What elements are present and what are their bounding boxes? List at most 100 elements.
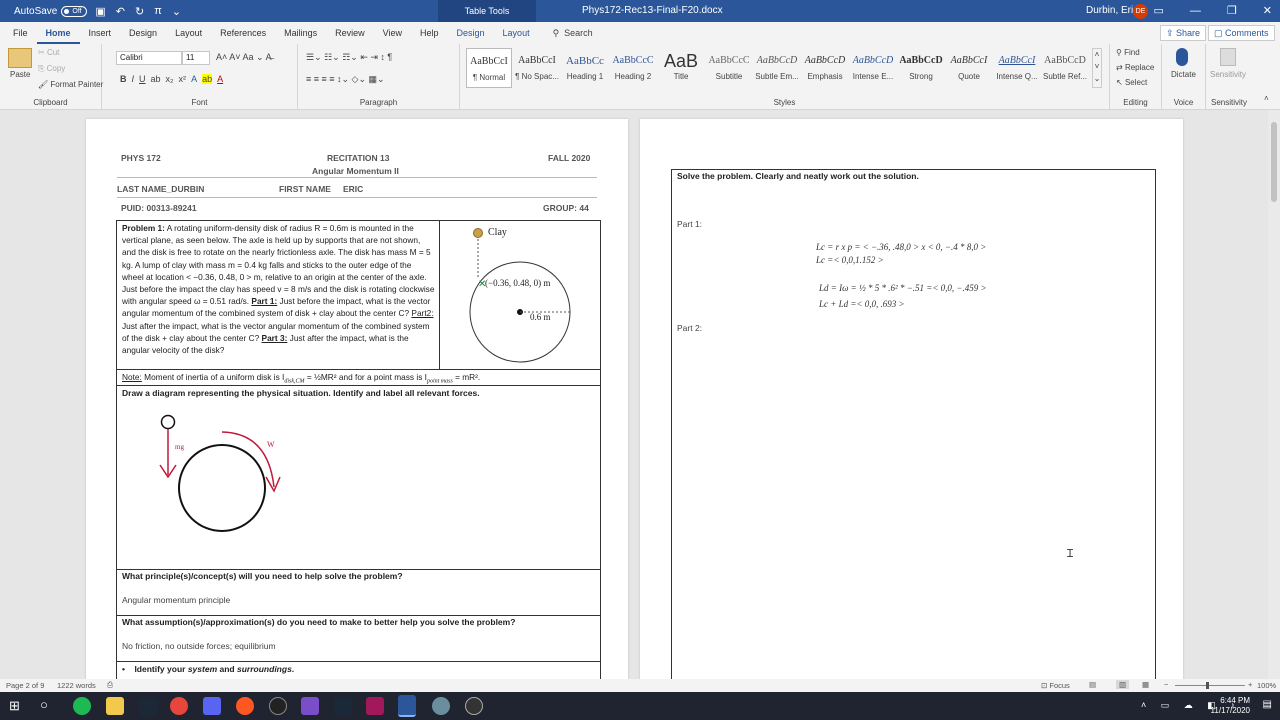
tab-layout[interactable]: Layout [166, 28, 211, 38]
list-buttons[interactable]: ☰⌄ ☷⌄ ☶⌄ ⇤ ⇥ ↕ ¶ [306, 52, 392, 63]
principles-answer[interactable]: Angular momentum principle [122, 595, 230, 605]
steam-client-icon[interactable] [334, 697, 352, 715]
font-size-select[interactable]: 11 [182, 51, 210, 65]
origin-icon[interactable] [236, 697, 254, 715]
equation-ld[interactable]: Ld = Iω = ½ * 5 * .6² * −.51 =< 0,0, −.4… [819, 283, 987, 293]
user-name[interactable]: Durbin, Eric [1086, 0, 1138, 22]
tab-table-layout[interactable]: Layout [494, 28, 539, 38]
zoom-level[interactable]: 100% [1257, 681, 1276, 690]
font-family-select[interactable]: Calibri [116, 51, 182, 65]
format-painter-button[interactable]: 🖌 Format Painter [38, 80, 103, 89]
style-heading-2[interactable]: AaBbCcC Heading 2 [610, 48, 656, 88]
style-strong[interactable]: AaBbCcD Strong [898, 48, 944, 88]
style-intense-quote[interactable]: AaBbCcI Intense Q... [994, 48, 1040, 88]
spotify-icon[interactable] [73, 697, 91, 715]
word-count[interactable]: 1222 words [57, 681, 96, 690]
web-layout-icon[interactable]: ▦ [1142, 680, 1149, 689]
alignment-buttons[interactable]: ≡ ≡ ≡ ≡ ↕⌄ ◇⌄ ▦⌄ [306, 74, 385, 85]
start-icon[interactable]: ⊞ [9, 698, 20, 714]
comments-button[interactable]: ▢ Comments [1208, 25, 1275, 41]
tab-table-design[interactable]: Design [448, 28, 494, 38]
clock[interactable]: 6:44 PM 11/17/2020 [1211, 696, 1250, 716]
avatar[interactable]: DE [1133, 4, 1148, 19]
equation-lc[interactable]: Lc = r x p = < −.36, .48,0 > x < 0, −.4 … [816, 242, 986, 252]
terminal-icon[interactable] [366, 697, 384, 715]
app-icon[interactable] [432, 697, 450, 715]
styles-scroll-buttons[interactable]: ˄ ˅ ⌄ [1092, 48, 1102, 88]
tab-file[interactable]: File [4, 28, 37, 38]
close-icon[interactable]: ✕ [1263, 0, 1272, 22]
sensitivity-button[interactable]: Sensitivity [1210, 70, 1246, 79]
chrome-icon[interactable] [170, 697, 188, 715]
discord-icon[interactable] [203, 697, 221, 715]
select-button[interactable]: ↖ Select [1116, 78, 1147, 87]
style-heading-1[interactable]: AaBbCc Heading 1 [562, 48, 608, 88]
vertical-scrollbar[interactable] [1268, 110, 1280, 679]
notifications-icon[interactable]: ▤ [1263, 699, 1272, 710]
copy-button[interactable]: ⎘ Copy [38, 64, 65, 74]
equation-total[interactable]: Lc + Ld =< 0,0, .693 > [819, 299, 905, 309]
style-title[interactable]: AaB Title [658, 48, 704, 88]
equation-lc-result[interactable]: Lc =< 0,0,1.152 > [816, 255, 884, 265]
tab-review[interactable]: Review [326, 28, 374, 38]
zoom-slider[interactable] [1175, 685, 1245, 686]
minimize-icon[interactable]: — [1190, 0, 1201, 22]
restore-icon[interactable]: ❐ [1227, 0, 1237, 22]
word-icon[interactable] [398, 695, 416, 717]
sensitivity-icon[interactable] [1220, 48, 1236, 66]
problem-statement[interactable]: Problem 1: A rotating uniform-density di… [122, 222, 435, 356]
assumptions-answer[interactable]: No friction, no outside forces; equilibr… [122, 641, 276, 651]
search-icon[interactable]: ○ [40, 697, 48, 712]
zoom-slider-thumb[interactable] [1206, 682, 1209, 689]
style-no-spacing[interactable]: AaBbCcI ¶ No Spac... [514, 48, 560, 88]
search-box[interactable]: ⚲ Search [553, 28, 593, 39]
print-layout-icon[interactable]: ▥ [1116, 680, 1130, 689]
style-subtle-emphasis[interactable]: AaBbCcD Subtle Em... [754, 48, 800, 88]
style-subtle-reference[interactable]: AaBbCcD Subtle Ref... [1042, 48, 1088, 88]
obs-icon[interactable] [465, 697, 483, 715]
style-emphasis[interactable]: AaBbCcD Emphasis [802, 48, 848, 88]
paste-icon[interactable] [8, 48, 32, 68]
collapse-ribbon-icon[interactable]: ˄ [1264, 94, 1269, 103]
share-button[interactable]: ⇪ Share [1160, 25, 1207, 41]
equation-icon[interactable]: π [154, 5, 162, 18]
style-normal[interactable]: AaBbCcI ¶ Normal [466, 48, 512, 88]
save-icon[interactable]: ▣ [95, 5, 105, 18]
customize-qat-icon[interactable]: ⌄ [172, 5, 181, 18]
tab-view[interactable]: View [374, 28, 411, 38]
proofing-icon[interactable]: ⎙ [107, 680, 113, 690]
visual-studio-icon[interactable] [301, 697, 319, 715]
tab-references[interactable]: References [211, 28, 275, 38]
tab-mailings[interactable]: Mailings [275, 28, 326, 38]
style-intense-emphasis[interactable]: AaBbCcD Intense E... [850, 48, 896, 88]
file-explorer-icon[interactable] [106, 697, 124, 715]
tab-design[interactable]: Design [120, 28, 166, 38]
tab-insert[interactable]: Insert [80, 28, 121, 38]
replace-button[interactable]: ⇄ Replace [1116, 63, 1154, 72]
autosave-toggle[interactable]: Off [61, 5, 88, 17]
cut-button[interactable]: ✂ Cut [38, 48, 59, 57]
microphone-icon[interactable] [1176, 48, 1188, 66]
tab-home[interactable]: Home [36, 22, 80, 44]
find-button[interactable]: ⚲ Find [1116, 48, 1140, 57]
scrollbar-thumb[interactable] [1271, 122, 1277, 202]
zoom-out-icon[interactable]: − [1164, 680, 1168, 689]
redo-icon[interactable]: ↻ [135, 5, 144, 18]
zoom-in-icon[interactable]: + [1248, 680, 1252, 689]
read-mode-icon[interactable]: ▤ [1089, 680, 1096, 689]
dictate-button[interactable]: Dictate [1171, 70, 1196, 79]
font-format-buttons[interactable]: B I U ab x₂ x² A ab A [120, 74, 223, 84]
student-force-diagram[interactable]: mg W [150, 405, 290, 540]
tab-help[interactable]: Help [411, 28, 448, 38]
unreal-icon[interactable] [269, 697, 287, 715]
focus-button[interactable]: ⊡ Focus [1041, 681, 1070, 690]
steam-icon[interactable] [139, 697, 157, 715]
autosave-control[interactable]: AutoSave Off [14, 5, 88, 17]
undo-icon[interactable]: ↶ [116, 5, 125, 18]
style-subtitle[interactable]: AaBbCcC Subtitle [706, 48, 752, 88]
page-count[interactable]: Page 2 of 9 [6, 681, 44, 690]
style-quote[interactable]: AaBbCcI Quote [946, 48, 992, 88]
paste-button[interactable]: Paste [10, 70, 30, 79]
ribbon-display-icon[interactable]: ▭ [1154, 0, 1164, 22]
font-size-buttons[interactable]: A˄ A˅ Aa ⌄ A̶ [216, 52, 272, 63]
